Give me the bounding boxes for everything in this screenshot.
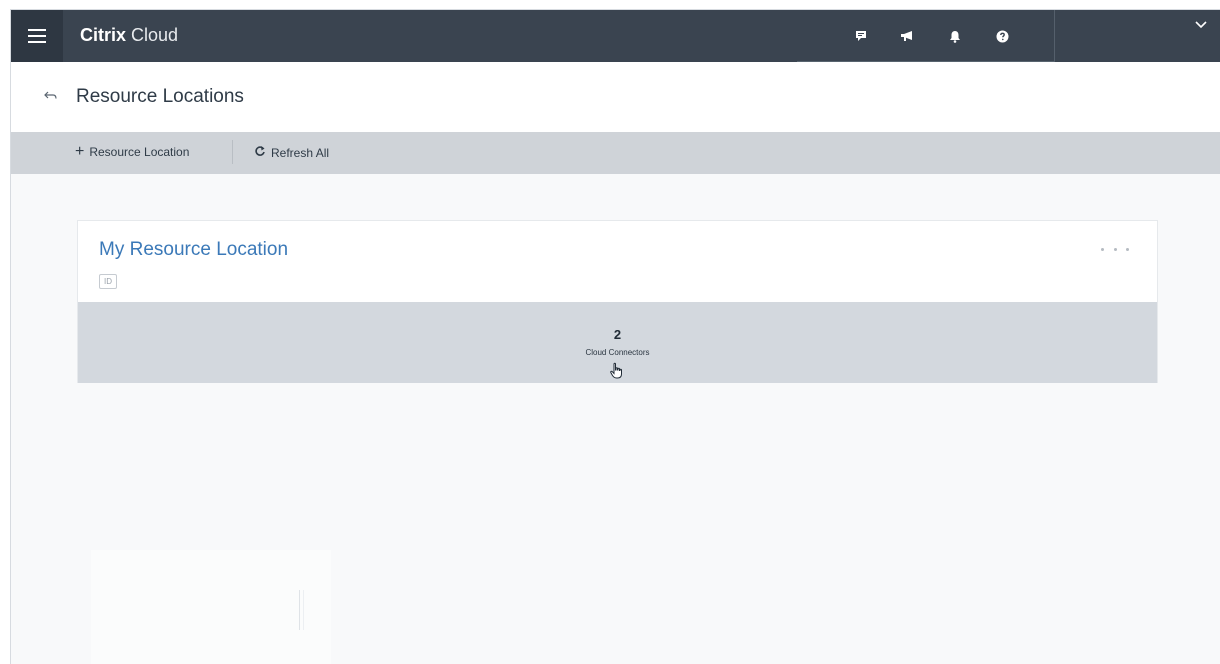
refresh-icon (254, 145, 266, 160)
id-badge[interactable]: ID (99, 274, 117, 289)
hamburger-menu-button[interactable] (11, 10, 63, 62)
resource-location-title[interactable]: My Resource Location (99, 239, 288, 261)
page-header: Resource Locations (11, 62, 1220, 132)
page-title: Resource Locations (76, 86, 244, 107)
cloud-connectors-label: Cloud Connectors (585, 348, 650, 357)
bell-icon[interactable] (943, 24, 967, 48)
cloud-connectors-panel[interactable]: 2 Cloud Connectors (78, 302, 1157, 383)
chevron-down-icon[interactable] (1194, 16, 1212, 30)
background-divider (303, 590, 304, 630)
back-arrow-icon[interactable] (44, 89, 60, 103)
action-toolbar: + Resource Location Refresh All (11, 132, 1220, 174)
app-window: Citrix Cloud Resource Locations + Resour… (10, 9, 1220, 664)
background-panel (91, 550, 331, 664)
announcement-icon[interactable] (895, 24, 919, 48)
help-icon[interactable] (990, 24, 1014, 48)
brand-product: Cloud (131, 25, 179, 45)
resource-location-card: My Resource Location ID 2 Cloud Connecto… (77, 220, 1158, 383)
cloud-connectors-count: 2 (613, 327, 622, 342)
topbar-divider (1054, 10, 1055, 62)
feedback-icon[interactable] (849, 24, 873, 48)
add-resource-location-button[interactable]: + Resource Location (75, 143, 190, 160)
hamburger-icon (28, 29, 46, 43)
more-dot (1101, 247, 1104, 251)
more-options-button[interactable] (1101, 245, 1129, 253)
refresh-all-label: Refresh All (271, 145, 330, 160)
plus-icon: + (75, 143, 85, 160)
background-divider (299, 590, 300, 630)
top-navigation-bar: Citrix Cloud (11, 10, 1220, 63)
add-resource-location-label: Resource Location (89, 145, 190, 159)
brand-name: Citrix (80, 25, 127, 45)
toolbar-divider (232, 140, 233, 164)
app-brand[interactable]: Citrix Cloud (80, 25, 178, 46)
hand-cursor-icon (609, 362, 625, 380)
more-dot (1113, 247, 1117, 251)
refresh-all-button[interactable]: Refresh All (254, 145, 329, 160)
more-dot (1126, 247, 1129, 251)
